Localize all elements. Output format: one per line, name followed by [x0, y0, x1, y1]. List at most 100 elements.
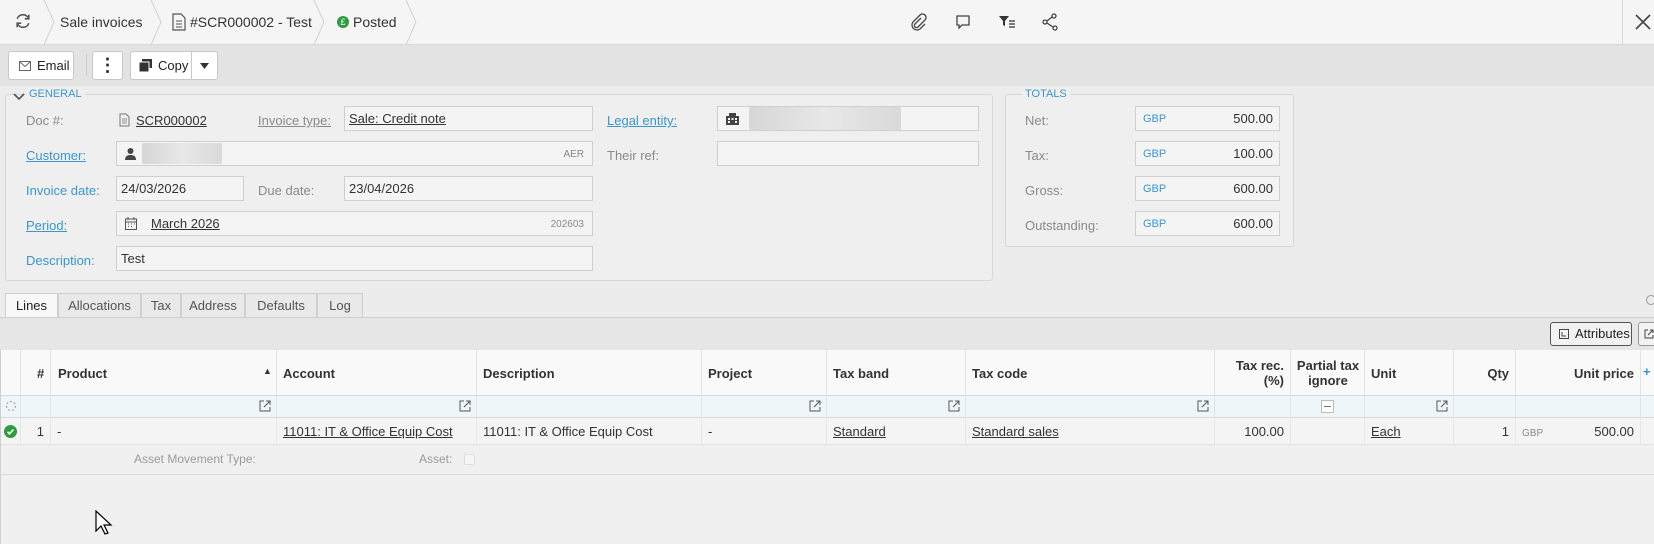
tab-defaults[interactable]: Defaults [245, 293, 317, 318]
asset-lookup-icon[interactable] [464, 454, 475, 465]
column-header-partial-tax-ignore[interactable]: Partial tax ignore [1291, 350, 1365, 396]
external-link-icon[interactable] [1197, 400, 1209, 412]
net-label: Net: [1025, 113, 1049, 128]
filter-unit-cell[interactable] [1365, 396, 1454, 418]
invoice-type-label[interactable]: Invoice type: [258, 113, 331, 128]
filter-account-cell[interactable] [277, 396, 477, 418]
description-field[interactable]: Test [116, 246, 593, 271]
period-field[interactable]: March 2026 202603 [116, 211, 593, 236]
row-project[interactable]: - [702, 418, 827, 445]
filter-qty-cell[interactable] [1454, 396, 1516, 418]
filter-list-icon[interactable] [997, 12, 1017, 32]
tab-allocations[interactable]: Allocations [58, 293, 141, 318]
row-product[interactable]: - [51, 418, 277, 445]
invoice-type-field[interactable]: Sale: Credit note [344, 106, 593, 131]
doc-number-link[interactable]: SCR000002 [136, 113, 207, 128]
gross-currency: GBP [1143, 183, 1167, 195]
document-icon [172, 13, 186, 31]
email-button[interactable]: Email [8, 51, 74, 80]
column-header-account[interactable]: Account [277, 350, 477, 396]
breadcrumb-separator [313, 0, 325, 45]
row-qty[interactable]: 1 [1454, 418, 1516, 445]
column-header-number[interactable]: # [21, 350, 51, 396]
breadcrumb-module[interactable]: Sale invoices [60, 0, 143, 45]
totals-legend: TOTALS [1022, 88, 1070, 100]
customer-field[interactable]: AER [116, 141, 593, 166]
row-status-cell [1, 418, 21, 445]
column-header-unit[interactable]: Unit [1365, 350, 1454, 396]
row-unit[interactable]: Each [1365, 418, 1454, 445]
row-tax-band[interactable]: Standard [827, 418, 966, 445]
filter-tax-rec-cell[interactable] [1215, 396, 1291, 418]
top-bar: Sale invoices #SCR000002 - Test £ Posted [0, 0, 1654, 45]
breadcrumb-document[interactable]: #SCR000002 - Test [190, 0, 312, 45]
copy-button[interactable]: Copy [130, 51, 192, 80]
external-link-icon[interactable] [1436, 400, 1448, 412]
column-header-qty[interactable]: Qty [1454, 350, 1516, 396]
comment-icon[interactable] [953, 12, 973, 32]
their-ref-field[interactable] [717, 141, 979, 166]
row-account[interactable]: 11011: IT & Office Equip Cost [277, 418, 477, 445]
tab-address[interactable]: Address [181, 293, 245, 318]
outstanding-value: 600.00 [1233, 216, 1273, 231]
invoice-date-field[interactable]: 24/03/2026 [116, 176, 244, 201]
grid-toolbar: Attributes [0, 318, 1654, 350]
column-header-tax-band[interactable]: Tax band [827, 350, 966, 396]
expand-button[interactable] [1638, 322, 1654, 346]
row-tax-rec[interactable]: 100.00 [1215, 418, 1291, 445]
column-header-unit-price[interactable]: Unit price [1516, 350, 1641, 396]
external-link-icon[interactable] [948, 400, 960, 412]
share-nodes-icon[interactable] [1040, 12, 1060, 32]
general-legend: GENERAL [26, 88, 85, 100]
column-header-project[interactable]: Project [702, 350, 827, 396]
net-value: 500.00 [1233, 111, 1273, 126]
paperclip-icon[interactable] [908, 12, 928, 32]
row-unit-price[interactable]: GBP 500.00 [1516, 418, 1641, 445]
filter-product-cell[interactable] [51, 396, 277, 418]
filter-unit-price-cell[interactable] [1516, 396, 1641, 418]
row-description[interactable]: 11011: IT & Office Equip Cost [477, 418, 702, 445]
tab-log[interactable]: Log [317, 293, 363, 318]
filter-partial-tax-cell[interactable] [1291, 396, 1365, 418]
column-header-description[interactable]: Description [477, 350, 702, 396]
doc-number-label: Doc #: [26, 113, 64, 128]
row-tax-code[interactable]: Standard sales [966, 418, 1215, 445]
refresh-icon[interactable] [13, 12, 33, 32]
column-header-product[interactable]: Product ▲ [51, 350, 277, 396]
filter-tax-band-cell[interactable] [827, 396, 966, 418]
row-partial-tax-ignore[interactable] [1291, 418, 1365, 445]
column-header-tax-code[interactable]: Tax code [966, 350, 1215, 396]
legal-entity-field[interactable] [717, 106, 979, 131]
external-link-icon[interactable] [809, 400, 821, 412]
filter-description-cell[interactable] [477, 396, 702, 418]
filter-project-cell[interactable] [702, 396, 827, 418]
more-menu-button[interactable]: ⋮ [92, 51, 123, 80]
due-date-field[interactable]: 23/04/2026 [344, 176, 593, 201]
tab-lines[interactable]: Lines [5, 293, 58, 319]
row-number: 1 [21, 418, 51, 445]
asset-label: Asset: [419, 452, 453, 466]
period-link[interactable]: Period: [26, 218, 67, 233]
tab-tax[interactable]: Tax [141, 293, 181, 318]
attributes-button[interactable]: Attributes [1550, 322, 1632, 346]
lines-grid: # Product ▲ Account Description Project … [0, 350, 1654, 544]
column-header-tax-rec[interactable]: Tax rec. (%) [1215, 350, 1291, 396]
external-link-icon[interactable] [459, 400, 471, 412]
outstanding-label: Outstanding: [1025, 218, 1099, 233]
legal-entity-link[interactable]: Legal entity: [607, 113, 677, 128]
external-link-icon[interactable] [259, 400, 271, 412]
customer-link[interactable]: Customer: [26, 148, 86, 163]
filter-tax-code-cell[interactable] [966, 396, 1215, 418]
net-field: GBP 500.00 [1135, 106, 1280, 131]
customer-redacted [142, 143, 222, 164]
filter-number-cell[interactable] [21, 396, 51, 418]
outstanding-field: GBP 600.00 [1135, 211, 1280, 236]
close-button[interactable] [1622, 0, 1654, 45]
indeterminate-checkbox[interactable] [1321, 400, 1334, 413]
collapse-chevron-icon[interactable] [12, 90, 26, 104]
description-label: Description: [26, 253, 95, 268]
check-circle-icon [4, 425, 17, 438]
table-row[interactable]: 1 - 11011: IT & Office Equip Cost 11011:… [1, 418, 1654, 445]
copy-dropdown-button[interactable] [191, 51, 218, 80]
mouse-cursor-icon [95, 509, 113, 536]
